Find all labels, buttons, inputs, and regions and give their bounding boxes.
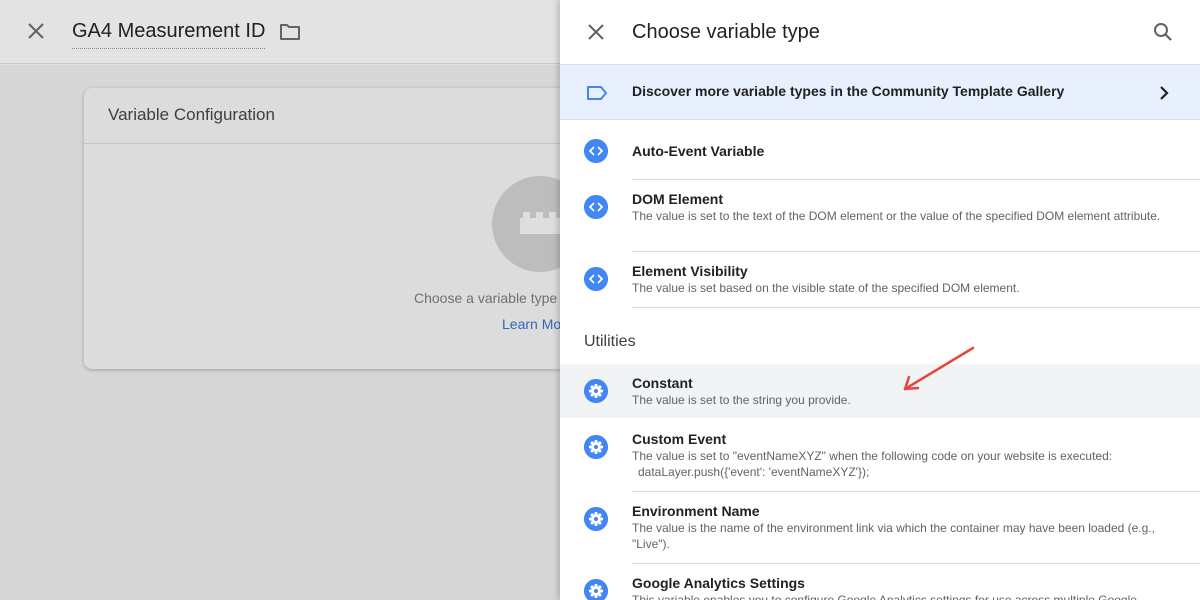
gallery-banner-text: Discover more variable types in the Comm… bbox=[632, 83, 1065, 99]
community-template-gallery-banner[interactable]: Discover more variable types in the Comm… bbox=[560, 64, 1200, 120]
variable-type-constant[interactable]: Constant The value is set to the string … bbox=[560, 364, 1200, 418]
gear-icon bbox=[584, 379, 608, 403]
variable-type-environment-name[interactable]: Environment Name The value is the name o… bbox=[560, 492, 1200, 564]
folder-icon[interactable] bbox=[279, 22, 301, 42]
variable-type-name: Element Visibility bbox=[632, 263, 748, 279]
variable-type-name: Custom Event bbox=[632, 431, 727, 447]
variable-type-code-sample: dataLayer.push({'event': 'eventNameXYZ'}… bbox=[638, 465, 870, 479]
gear-icon bbox=[584, 579, 608, 600]
variable-type-description: The value is the name of the environment… bbox=[632, 521, 1155, 551]
close-icon[interactable] bbox=[586, 22, 606, 42]
variable-type-description: The value is set based on the visible st… bbox=[632, 281, 1020, 295]
gear-icon bbox=[584, 507, 608, 531]
variable-type-description: The value is set to "eventNameXYZ" when … bbox=[632, 449, 1113, 463]
variable-type-description: The value is set to the text of the DOM … bbox=[632, 209, 1161, 223]
variable-type-dom-element[interactable]: DOM Element The value is set to the text… bbox=[560, 180, 1200, 252]
gear-icon bbox=[584, 435, 608, 459]
card-divider bbox=[84, 143, 604, 144]
variable-type-element-visibility[interactable]: Element Visibility The value is set base… bbox=[560, 252, 1200, 308]
divider bbox=[632, 307, 1200, 308]
brick-icon bbox=[520, 212, 560, 234]
drawer-title: Choose variable type bbox=[632, 21, 820, 43]
variable-type-google-analytics-settings[interactable]: Google Analytics Settings This variable … bbox=[560, 564, 1200, 600]
variable-type-description: This variable enables you to configure G… bbox=[632, 593, 1137, 600]
chevron-right-icon bbox=[1160, 86, 1169, 100]
variable-type-custom-event[interactable]: Custom Event The value is set to "eventN… bbox=[560, 420, 1200, 492]
variable-type-name: DOM Element bbox=[632, 191, 724, 207]
variable-type-name: Constant bbox=[632, 375, 693, 391]
code-brackets-icon bbox=[584, 139, 608, 163]
learn-more-link[interactable]: Learn Mo bbox=[502, 316, 561, 332]
variable-type-name: Google Analytics Settings bbox=[632, 575, 805, 591]
drawer-header: Choose variable type bbox=[560, 0, 1200, 64]
search-icon[interactable] bbox=[1152, 21, 1174, 43]
card-title: Variable Configuration bbox=[108, 105, 275, 124]
variable-name-field[interactable]: GA4 Measurement ID bbox=[72, 19, 266, 49]
close-icon[interactable] bbox=[26, 21, 46, 41]
variable-type-name: Auto-Event Variable bbox=[632, 143, 765, 159]
code-brackets-icon bbox=[584, 195, 608, 219]
code-brackets-icon bbox=[584, 267, 608, 291]
card-hint-text: Choose a variable type bbox=[414, 290, 558, 306]
choose-variable-type-drawer: Choose variable type Discover more varia… bbox=[560, 0, 1200, 600]
section-heading-utilities: Utilities bbox=[584, 333, 636, 350]
variable-configuration-card[interactable]: Variable Configuration Choose a variable… bbox=[84, 88, 604, 369]
variable-type-name: Environment Name bbox=[632, 503, 760, 519]
tag-outline-icon bbox=[587, 86, 607, 100]
variable-type-auto-event-variable[interactable]: Auto-Event Variable bbox=[560, 121, 1200, 180]
variable-type-description: The value is set to the string you provi… bbox=[632, 393, 851, 407]
